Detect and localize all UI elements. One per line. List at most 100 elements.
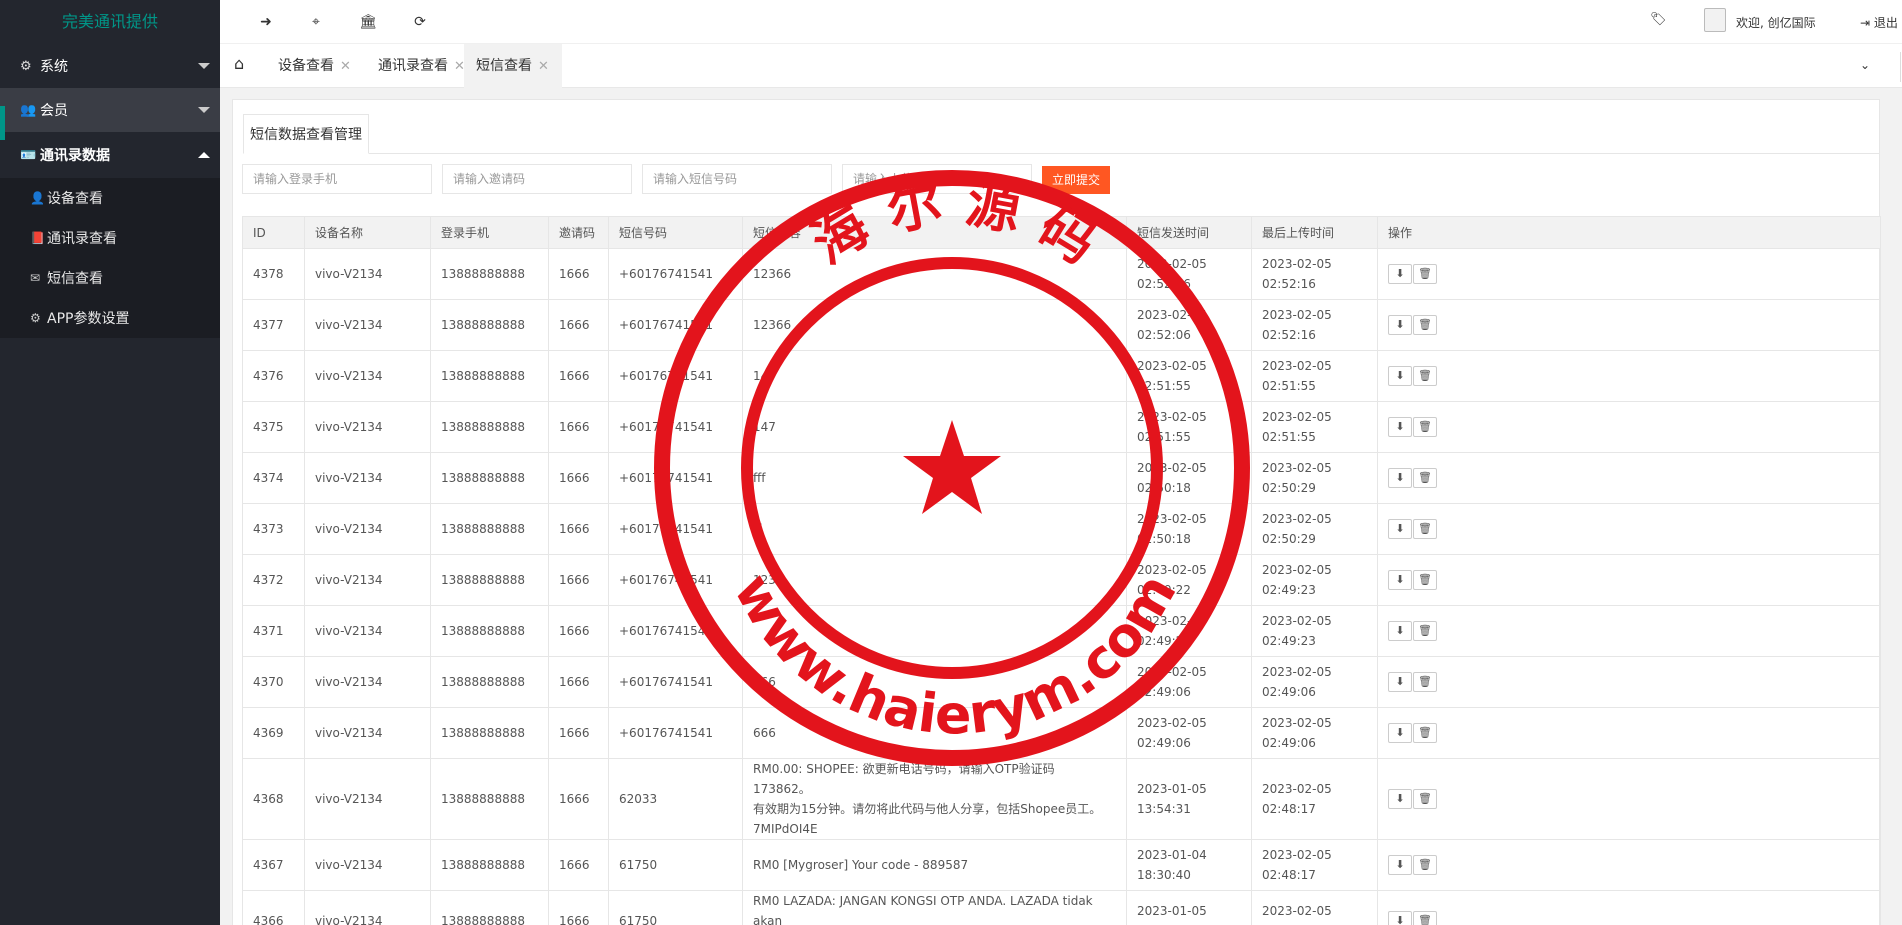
download-icon[interactable]: ⬇ [1388,621,1412,642]
sidebar-item-contacts-data[interactable]: 🪪 通讯录数据 [0,132,220,178]
sidebar-item-label: 通讯录数据 [40,148,110,164]
sms-content: fff [742,452,1127,504]
row-id: 4368 [242,758,305,840]
logout-button[interactable]: ⇥ 退出 [1860,14,1898,31]
download-icon[interactable]: ⬇ [1388,911,1412,925]
sms-content: RM0 LAZADA: JANGAN KONGSI OTP ANDA. LAZA… [742,890,1127,925]
download-icon[interactable]: ⬇ [1388,723,1412,744]
chevron-down-icon [198,63,210,69]
trash-icon[interactable]: 🗑 [1413,911,1437,925]
bank-icon[interactable]: 🏛 [358,12,378,32]
trash-icon[interactable]: 🗑 [1413,789,1437,810]
gear-icon: ⚙ [30,311,41,325]
sidebar-item-label: 会员 [40,103,68,119]
sidebar-item-contacts-view[interactable]: 📕 通讯录查看 [0,218,220,258]
download-icon[interactable]: ⬇ [1388,519,1412,540]
tab-device-view[interactable]: 设备查看 ✕ [266,44,351,88]
sidebar-item-device-view[interactable]: 👤 设备查看 [0,178,220,218]
logout-icon: ⇥ [1860,16,1874,30]
tag-icon[interactable]: 🏷 [1650,12,1667,27]
trash-icon[interactable]: 🗑 [1413,264,1437,285]
device-name: vivo-V2134 [304,452,431,504]
tab-contacts-view[interactable]: 通讯录查看 ✕ [366,44,465,88]
home-icon[interactable]: ⌂ [234,54,244,73]
download-icon[interactable]: ⬇ [1388,417,1412,438]
login-phone-input[interactable] [242,164,432,194]
trash-icon[interactable]: 🗑 [1413,723,1437,744]
uploaded-time: 2023-02-05 02:48:17 [1251,839,1378,891]
trash-icon[interactable]: 🗑 [1413,417,1437,438]
invite-code-input[interactable] [442,164,632,194]
sms-content: 12366 [742,299,1127,351]
upload-time-input[interactable] [842,164,1032,194]
uploaded-time: 2023-02-05 02:49:06 [1251,707,1378,759]
login-phone: 13888888888 [430,890,549,925]
refresh-icon[interactable]: ⟳ [410,12,430,32]
invite-code: 1666 [548,248,609,300]
trash-icon[interactable]: 🗑 [1413,570,1437,591]
device-name: vivo-V2134 [304,503,431,555]
sent-time: 2023-01-05 13:54:31 [1126,758,1252,840]
table-row: 4368 vivo-V2134 13888888888 1666 62033 RM0.00… [242,758,1881,840]
trash-icon[interactable]: 🗑 [1413,855,1437,876]
trash-icon[interactable]: 🗑 [1413,672,1437,693]
sent-time: 2023-02-05 02:52:06 [1126,299,1252,351]
target-icon[interactable]: ⌖ [306,12,326,32]
trash-icon[interactable]: 🗑 [1413,468,1437,489]
download-icon[interactable]: ⬇ [1388,468,1412,489]
trash-icon[interactable]: 🗑 [1413,519,1437,540]
download-icon[interactable]: ⬇ [1388,570,1412,591]
invite-code: 1666 [548,350,609,402]
table-row: 4377 vivo-V2134 13888888888 1666 +6017674154… [242,299,1881,351]
row-id: 4377 [242,299,305,351]
sent-time: 2023-02-05 02:49:22 [1126,554,1252,606]
chevron-down-icon [198,107,210,113]
user-icon: 👤 [30,191,45,205]
uploaded-time: 2023-02-05 02:49:06 [1251,656,1378,708]
login-phone: 13888888888 [430,707,549,759]
invite-code: 1666 [548,707,609,759]
sent-time: 2023-01-05 14:04:41 [1126,890,1252,925]
envelope-icon: ✉ [30,271,41,285]
download-icon[interactable]: ⬇ [1388,855,1412,876]
welcome-text[interactable]: 欢迎, 创亿国际 [1736,14,1816,31]
card-tab-title[interactable]: 短信数据查看管理 [243,114,369,154]
close-icon[interactable]: ✕ [340,59,351,74]
login-phone: 13888888888 [430,248,549,300]
sidebar-item-system[interactable]: ⚙ 系统 [0,44,220,88]
sidebar-item-app-settings[interactable]: ⚙ APP参数设置 [0,298,220,338]
download-icon[interactable]: ⬇ [1388,789,1412,810]
chevron-down-icon[interactable]: ⌄ [1860,58,1870,72]
submit-button[interactable]: 立即提交 [1042,166,1110,194]
device-name: vivo-V2134 [304,707,431,759]
avatar[interactable] [1704,8,1726,32]
sms-number: 61750 [608,890,743,925]
back-icon[interactable]: ➜ [256,12,276,32]
download-icon[interactable]: ⬇ [1388,672,1412,693]
close-icon[interactable]: ✕ [538,59,549,74]
login-phone: 13888888888 [430,656,549,708]
uploaded-time: 2023-02-05 02:52:16 [1251,248,1378,300]
device-name: vivo-V2134 [304,890,431,925]
trash-icon[interactable]: 🗑 [1413,621,1437,642]
login-phone: 13888888888 [430,503,549,555]
sent-time: 2023-01-04 18:30:40 [1126,839,1252,891]
table-row: 4369 vivo-V2134 13888888888 1666 +6017674154… [242,707,1881,759]
trash-icon[interactable]: 🗑 [1413,315,1437,336]
row-actions: ⬇ 🗑 [1377,452,1881,504]
sidebar-item-sms-view[interactable]: ✉ 短信查看 [0,258,220,298]
tab-sms-view[interactable]: 短信查看 ✕ [464,44,562,88]
trash-icon[interactable]: 🗑 [1413,366,1437,387]
app-logo[interactable]: 完美通讯提供 [0,0,220,44]
download-icon[interactable]: ⬇ [1388,366,1412,387]
sent-time: 2023-02-05 02:49:06 [1126,707,1252,759]
sms-number: +60176741541 [608,401,743,453]
download-icon[interactable]: ⬇ [1388,264,1412,285]
sms-number-input[interactable] [642,164,832,194]
sidebar-item-members[interactable]: 👥 会员 [0,88,220,140]
row-id: 4369 [242,707,305,759]
uploaded-time: 2023-02-05 02:50:29 [1251,503,1378,555]
download-icon[interactable]: ⬇ [1388,315,1412,336]
device-name: vivo-V2134 [304,554,431,606]
logout-label: 退出 [1873,16,1898,30]
